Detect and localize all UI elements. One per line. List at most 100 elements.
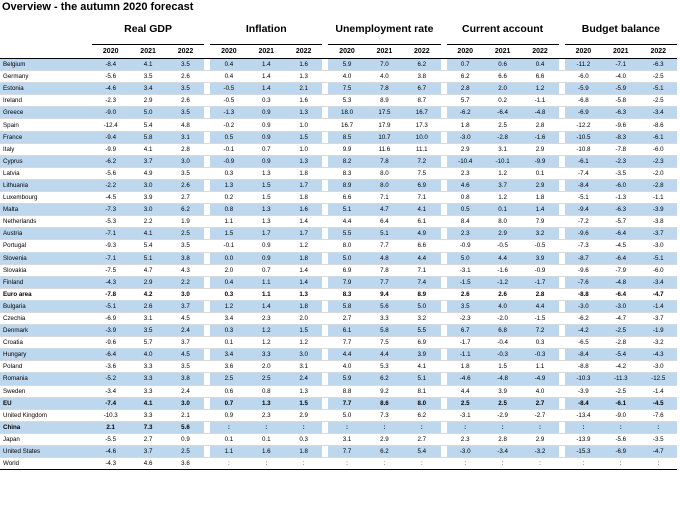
value-cell: 7.5 (365, 336, 404, 350)
value-cell: 0.3 (521, 336, 559, 350)
table-row: Sweden -3.4 3.3 2.4 0.6 0.8 1.3 8.8 9.2 8.1 4.4 3.9… (0, 385, 677, 398)
value-cell: -10.8 (564, 143, 603, 156)
value-cell: 0.7 (210, 396, 248, 410)
value-cell: 1.3 (247, 396, 285, 410)
value-cell: 17.5 (365, 106, 404, 120)
value-cell: -9.3 (92, 239, 130, 253)
value-cell: -5.6 (92, 167, 130, 180)
value-cell: -5.1 (639, 252, 677, 265)
value-cell: 0.8 (210, 203, 248, 217)
row-label: Netherlands (0, 215, 92, 229)
value-cell: -4.8 (521, 106, 559, 120)
value-cell: 7.7 (328, 445, 366, 459)
table-row: Denmark -3.9 3.5 2.4 0.3 1.2 1.5 6.1 5.8 5.5 6.7 6.… (0, 324, 677, 338)
value-cell: 0.8 (446, 191, 484, 205)
value-cell: 3.0 (166, 396, 205, 410)
value-cell: -7.8 (602, 143, 640, 156)
year-header: 2020 (210, 44, 248, 59)
value-cell: -6.1 (602, 396, 640, 410)
table-row: France -9.4 5.8 3.1 0.5 0.9 1.5 8.5 10.7 10.0 -3.0… (0, 131, 677, 144)
value-cell: 1.3 (247, 167, 285, 180)
value-cell: 2.7 (166, 191, 205, 205)
value-cell: -6.5 (564, 336, 603, 350)
value-cell: 3.8 (166, 252, 205, 265)
value-cell: : (446, 421, 484, 434)
value-cell: -3.4 (639, 106, 677, 120)
row-label: Croatia (0, 336, 92, 350)
value-cell: -6.4 (602, 252, 640, 265)
value-cell: 0.6 (483, 58, 522, 72)
table-row: Czechia -6.9 3.1 4.5 3.4 2.3 2.0 2.7 3.3 3.2 -2.3-… (0, 312, 677, 326)
value-cell: 0.4 (521, 58, 559, 72)
value-cell: 1.5 (247, 191, 285, 205)
value-cell: -4.3 (639, 348, 677, 362)
year-header: 2021 (365, 44, 404, 59)
value-cell: : (564, 421, 603, 434)
value-cell: -3.0 (446, 445, 484, 459)
value-cell: 5.1 (365, 227, 404, 241)
value-cell: -4.7 (639, 445, 677, 459)
value-cell: : (602, 421, 640, 434)
value-cell: -5.7 (602, 215, 640, 229)
value-cell: : (365, 457, 404, 471)
value-cell: -6.0 (564, 70, 603, 84)
row-label: Euro area (0, 287, 92, 301)
value-cell: 8.5 (328, 131, 366, 144)
group-header-unemployment-rate: Unemployment rate (328, 14, 441, 45)
value-cell: -8.7 (564, 252, 603, 265)
table-row: EU -7.4 4.1 3.0 0.7 1.3 1.5 7.7 8.6 8.0 2.5 2.5 2.7-… (0, 396, 677, 410)
value-cell: : (328, 421, 366, 434)
value-cell: -7.1 (92, 227, 130, 241)
value-cell: 7.7 (328, 396, 366, 410)
value-cell: 1.8 (284, 445, 323, 459)
value-cell: -1.3 (210, 106, 248, 120)
value-cell: 11.1 (403, 143, 441, 156)
value-cell: 6.9 (328, 264, 366, 277)
value-cell: 8.1 (403, 385, 441, 398)
year-header: 2021 (483, 44, 522, 59)
value-cell: -6.0 (639, 264, 677, 277)
value-cell: -7.3 (564, 239, 603, 253)
value-cell: 3.1 (328, 433, 366, 447)
value-cell: 6.2 (446, 70, 484, 84)
value-cell: -2.5 (639, 70, 677, 84)
value-cell: 3.1 (483, 143, 522, 156)
value-cell: -6.9 (92, 312, 130, 326)
value-cell: 4.0 (129, 348, 167, 362)
value-cell: 0.9 (247, 155, 285, 168)
value-cell: 2.9 (365, 433, 404, 447)
value-cell: 2.0 (210, 264, 248, 277)
value-cell: -1.6 (521, 131, 559, 144)
value-cell: 7.7 (328, 336, 366, 350)
value-cell: -4.5 (602, 239, 640, 253)
value-cell: -1.1 (446, 348, 484, 362)
value-cell: 2.6 (129, 299, 167, 313)
value-cell: -3.1 (446, 408, 484, 422)
value-cell: 3.0 (166, 155, 205, 168)
value-cell: -6.4 (602, 287, 640, 301)
value-cell: -5.1 (564, 191, 603, 205)
value-cell: 1.2 (247, 324, 285, 338)
value-cell: -7.9 (602, 264, 640, 277)
value-cell: 10.0 (403, 131, 441, 144)
year-header: 2020 (564, 44, 603, 59)
value-cell: 1.1 (210, 215, 248, 229)
value-cell: 3.3 (129, 408, 167, 422)
value-cell: 4.9 (129, 167, 167, 180)
table-row: Euro area -7.8 4.2 3.0 0.3 1.1 1.3 8.3 9.4 8.9 2.6… (0, 287, 677, 301)
value-cell: 3.4 (210, 348, 248, 362)
value-cell: 5.0 (328, 408, 366, 422)
value-cell: 1.4 (247, 58, 285, 72)
value-cell: -8.4 (564, 348, 603, 362)
value-cell: 4.4 (521, 299, 559, 313)
table-row: Bulgaria -5.1 2.6 3.7 1.2 1.4 1.8 5.8 5.6 5.0 3.5 4… (0, 299, 677, 313)
table-row: Italy -9.9 4.1 2.8 -0.1 0.7 1.0 9.9 11.6 11.1 2.9 3… (0, 143, 677, 156)
value-cell: 3.2 (521, 227, 559, 241)
value-cell: -13.9 (564, 433, 603, 447)
value-cell: -1.7 (446, 336, 484, 350)
value-cell: -2.3 (446, 312, 484, 326)
value-cell: 2.4 (284, 372, 323, 386)
value-cell: -6.8 (564, 94, 603, 108)
value-cell: 8.2 (328, 155, 366, 168)
value-cell: 2.2 (129, 215, 167, 229)
